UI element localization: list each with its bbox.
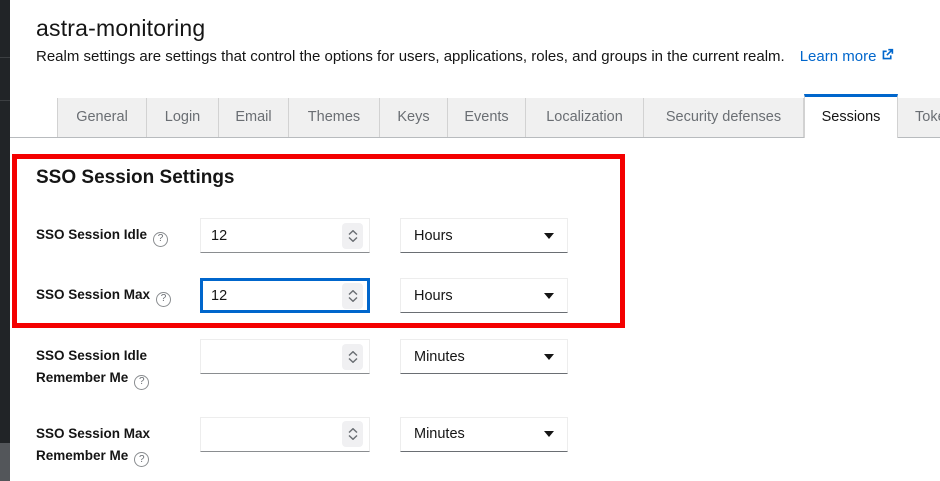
tab-email[interactable]: Email (219, 98, 289, 137)
external-link-icon (881, 47, 894, 67)
caret-down-icon (544, 293, 554, 299)
question-circle-icon[interactable]: ? (134, 452, 149, 467)
caret-down-icon (544, 354, 554, 360)
tab-events[interactable]: Events (448, 98, 526, 137)
caret-down-icon (544, 233, 554, 239)
question-circle-icon[interactable]: ? (153, 232, 168, 247)
question-circle-icon[interactable]: ? (156, 292, 171, 307)
nav-edge-strip (0, 0, 10, 481)
question-circle-icon[interactable]: ? (134, 375, 149, 390)
nav-divider (0, 57, 10, 58)
sso-session-idle-remember-me-input-group (200, 339, 370, 374)
page-header: astra-monitoring Realm settings are sett… (10, 0, 940, 67)
number-stepper-icon[interactable] (342, 283, 363, 309)
page-title: astra-monitoring (36, 13, 940, 43)
sso-session-max-remember-me-unit-select[interactable]: Minutes (400, 417, 568, 452)
sso-session-idle-remember-me-unit-select[interactable]: Minutes (400, 339, 568, 374)
nav-divider (0, 100, 10, 101)
sso-session-idle-remember-me-row: SSO Session Idle Remember Me? Minutes (10, 339, 940, 390)
realm-settings-tabs: General Login Email Themes Keys Events L… (10, 94, 940, 138)
tab-general[interactable]: General (57, 98, 147, 137)
sso-session-idle-row: SSO Session Idle? Hours (10, 218, 940, 253)
sso-session-idle-remember-me-label: SSO Session Idle Remember Me? (36, 339, 200, 390)
nav-scrollbar-thumb[interactable] (0, 443, 10, 481)
sso-session-idle-input-group (200, 218, 370, 253)
tab-tokens[interactable]: Tokens (898, 98, 940, 137)
number-stepper-icon[interactable] (342, 223, 363, 249)
sso-session-max-input-group (200, 278, 370, 313)
sso-session-max-unit-select[interactable]: Hours (400, 278, 568, 313)
page-subtitle: Realm settings are settings that control… (36, 47, 940, 67)
sso-session-max-remember-me-label: SSO Session Max Remember Me? (36, 417, 200, 468)
sso-session-max-label: SSO Session Max? (36, 284, 200, 307)
tab-sessions[interactable]: Sessions (804, 94, 898, 138)
tab-security-defenses[interactable]: Security defenses (644, 98, 804, 137)
sso-session-max-remember-me-row: SSO Session Max Remember Me? Minutes (10, 417, 940, 468)
tab-localization[interactable]: Localization (526, 98, 644, 137)
sso-session-settings-heading: SSO Session Settings (36, 166, 940, 190)
caret-down-icon (544, 431, 554, 437)
tab-keys[interactable]: Keys (380, 98, 448, 137)
realm-settings-screen: astra-monitoring Realm settings are sett… (0, 0, 940, 481)
sso-session-idle-unit-select[interactable]: Hours (400, 218, 568, 253)
sso-session-max-remember-me-input-group (200, 417, 370, 452)
realm-description: Realm settings are settings that control… (36, 47, 785, 67)
learn-more-label: Learn more (800, 47, 877, 67)
tab-login[interactable]: Login (147, 98, 219, 137)
sso-session-max-row: SSO Session Max? Hours (10, 278, 940, 313)
number-stepper-icon[interactable] (342, 421, 363, 447)
learn-more-link[interactable]: Learn more (800, 47, 895, 67)
sso-session-idle-label: SSO Session Idle? (36, 224, 200, 247)
number-stepper-icon[interactable] (342, 344, 363, 370)
main-content: astra-monitoring Realm settings are sett… (10, 0, 940, 481)
sessions-tab-panel: SSO Session Settings SSO Session Idle? H… (10, 166, 940, 467)
tab-themes[interactable]: Themes (289, 98, 380, 137)
